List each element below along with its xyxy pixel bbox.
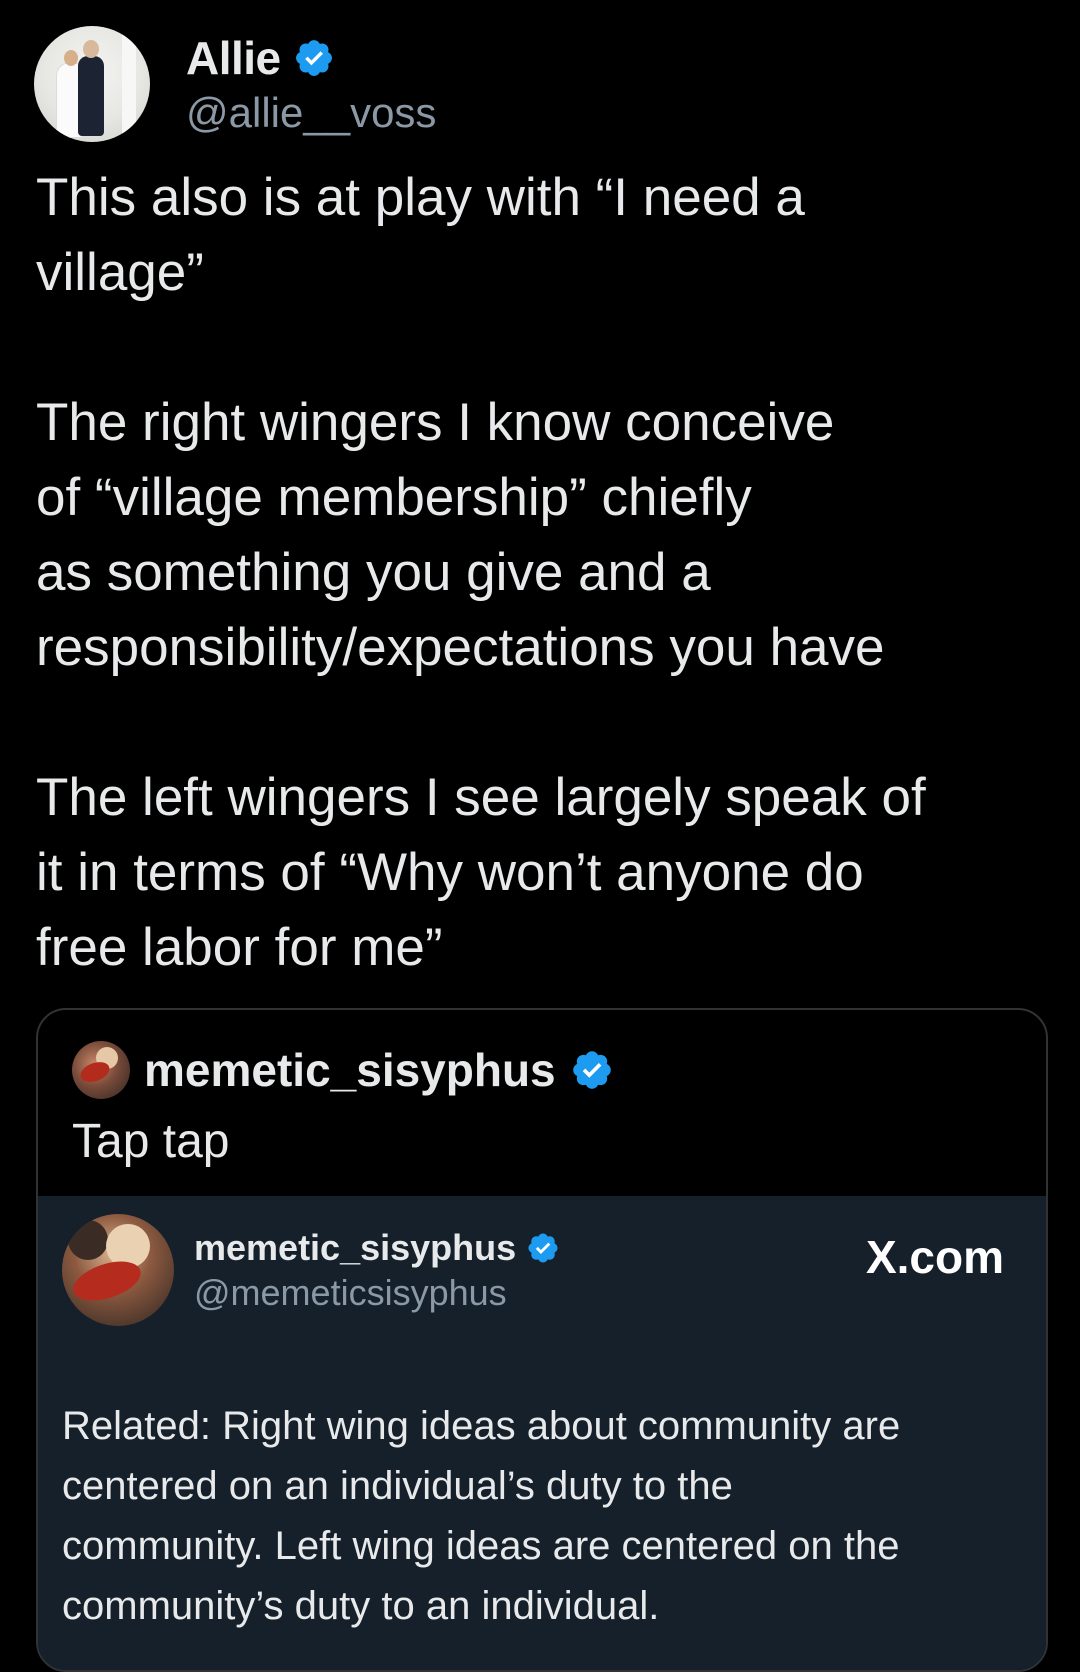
avatar-art-shadow	[68, 1220, 108, 1260]
verified-badge-icon	[528, 1233, 558, 1263]
quoted-author-display-name[interactable]: memetic_sisyphus	[144, 1043, 556, 1097]
tweet-text: This also is at play with “I need a vill…	[36, 168, 926, 977]
embedded-author-names: memetic_sisyphus @memeticsisyphus	[194, 1226, 560, 1314]
avatar-figure-groom-head	[83, 40, 99, 58]
embedded-author-handle[interactable]: @memeticsisyphus	[194, 1272, 560, 1314]
author-names: Allie @allie__voss	[186, 31, 436, 137]
embedded-author-display-name[interactable]: memetic_sisyphus	[194, 1227, 516, 1269]
author-name-row: Allie	[186, 31, 436, 85]
embedded-tweet-card[interactable]: memetic_sisyphus @memeticsisyphus X.com …	[38, 1196, 1046, 1670]
avatar-figure-bride-head	[64, 50, 78, 66]
avatar-figure-groom	[78, 56, 104, 136]
author-avatar[interactable]	[34, 26, 150, 142]
author-display-name[interactable]: Allie	[186, 31, 281, 85]
tweet-header: Allie @allie__voss	[34, 26, 436, 142]
quoted-tweet-text: Tap tap	[72, 1115, 230, 1168]
embedded-author-avatar[interactable]	[62, 1214, 174, 1326]
quoted-tweet[interactable]: memetic_sisyphus Tap tap memetic_sisyphu…	[36, 1008, 1048, 1672]
verified-badge-icon	[295, 40, 332, 76]
quoted-author-avatar[interactable]	[72, 1041, 130, 1099]
verified-badge-icon	[572, 1051, 611, 1089]
author-handle[interactable]: @allie__voss	[186, 89, 436, 137]
avatar-background-column	[122, 26, 136, 142]
embedded-tweet-text: Related: Right wing ideas about communit…	[62, 1404, 901, 1628]
embedded-author-name-row: memetic_sisyphus	[194, 1226, 560, 1270]
quoted-tweet-header: memetic_sisyphus	[72, 1040, 614, 1100]
source-label: X.com	[865, 1231, 1004, 1283]
tweet: Allie @allie__voss This also is at play …	[0, 0, 1080, 1672]
